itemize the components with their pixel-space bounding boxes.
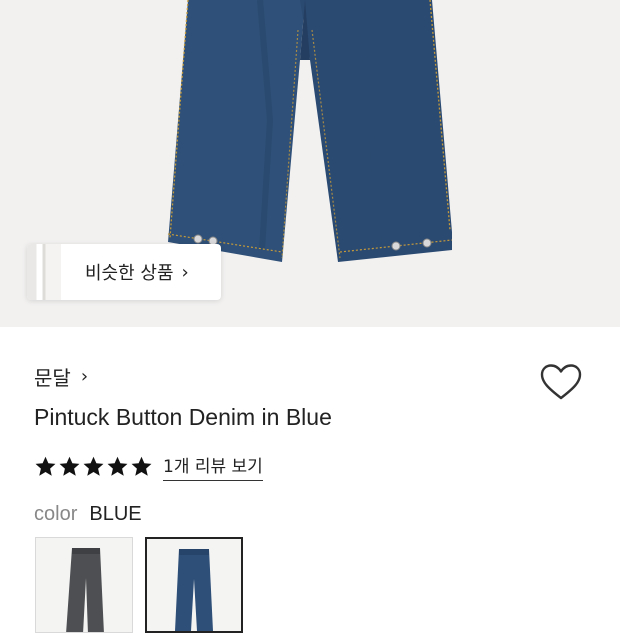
star-rating (34, 455, 153, 478)
color-swatch-blue[interactable] (145, 537, 243, 633)
color-label: color (34, 503, 78, 525)
selected-color-value: BLUE (89, 503, 142, 525)
brand-name: 문달 (34, 366, 71, 390)
blue-pants-thumbnail (175, 549, 213, 631)
star-icon (59, 456, 80, 476)
brand-link[interactable]: 문달 › (34, 362, 88, 391)
similar-product-thumbnail (27, 244, 61, 300)
gray-pants-thumbnail (66, 548, 104, 632)
rating-row: 1개 리뷰 보기 (34, 452, 263, 481)
color-swatch-gray[interactable] (35, 537, 133, 633)
wishlist-button[interactable] (538, 362, 584, 402)
color-option-row: color BLUE (34, 503, 142, 526)
similar-products-label: 비슷한 상품 (85, 263, 174, 284)
star-icon (131, 456, 152, 476)
chevron-right-icon: › (181, 261, 189, 283)
chevron-right-icon: › (80, 366, 89, 387)
similar-products-button[interactable]: 비슷한 상품 › (27, 244, 221, 300)
product-title: Pintuck Button Denim in Blue (34, 404, 332, 430)
star-icon (83, 456, 104, 476)
product-image[interactable]: 비슷한 상품 › (0, 0, 620, 327)
view-reviews-link[interactable]: 1개 리뷰 보기 (163, 452, 263, 481)
star-icon (35, 456, 56, 476)
star-icon (107, 456, 128, 476)
heart-icon (540, 364, 582, 400)
